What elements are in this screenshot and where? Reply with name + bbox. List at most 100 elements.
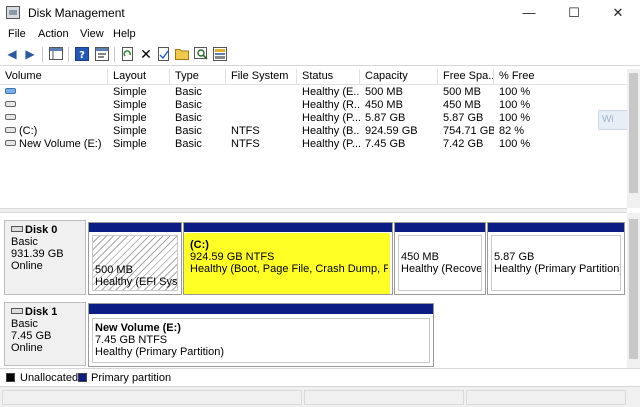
capacity-cell: 450 MB	[365, 99, 403, 111]
volume-drive-icon	[5, 88, 16, 94]
menu-view[interactable]: View	[80, 28, 104, 40]
partition-recovery[interactable]: 450 MB Healthy (Recovery	[394, 222, 486, 295]
scrollbar-thumb[interactable]	[629, 73, 638, 193]
volume-drive-icon	[5, 101, 16, 107]
column-header-type[interactable]: Type	[170, 69, 226, 85]
percent-free-cell: 100 %	[499, 86, 531, 98]
settings-icon[interactable]	[212, 47, 228, 62]
partition-recovery-size: 450 MB	[401, 251, 439, 263]
toolbar-separator	[42, 47, 43, 62]
layout-cell: Simple	[113, 125, 147, 137]
legend-unallocated-swatch	[6, 373, 15, 382]
volume-row[interactable]: Simple Basic Healthy (P... 5.87 GB 5.87 …	[0, 112, 627, 125]
filesystem-cell	[226, 86, 297, 99]
column-header-volume[interactable]: Volume	[0, 69, 108, 85]
capacity-cell: 500 MB	[365, 86, 403, 98]
volume-row[interactable]: Simple Basic Healthy (R... 450 MB 450 MB…	[0, 99, 627, 112]
partition-recovery-status: Healthy (Recovery	[401, 263, 482, 275]
disk-0-title: Disk 0	[11, 224, 85, 236]
partition-e-status: Healthy (Primary Partition)	[95, 346, 224, 358]
filesystem-cell	[226, 112, 297, 125]
search-icon[interactable]	[193, 47, 209, 62]
type-cell: Basic	[175, 99, 202, 111]
disk-1-state: Online	[11, 342, 43, 354]
volume-cell	[0, 86, 108, 99]
forward-arrow-icon[interactable]: ▶	[22, 47, 38, 62]
back-arrow-icon[interactable]: ◀	[4, 47, 20, 62]
partition-primary-content: 5.87 GB Healthy (Primary Partition)	[491, 235, 621, 291]
toolbar-separator	[114, 47, 115, 62]
column-header-layout[interactable]: Layout	[108, 69, 170, 85]
scrollbar-thumb[interactable]	[629, 219, 638, 359]
free-space-cell: 7.42 GB	[443, 138, 484, 150]
volume-row[interactable]: (C:) Simple Basic NTFS Healthy (B... 924…	[0, 125, 627, 138]
disk-pane-scrollbar[interactable]	[627, 213, 640, 368]
properties-icon[interactable]	[94, 47, 110, 62]
percent-free-cell: 82 %	[499, 125, 525, 137]
maximize-button[interactable]: ☐	[552, 0, 596, 26]
volume-name: (C:)	[19, 125, 38, 137]
volume-cell	[0, 99, 108, 112]
capacity-cell: 7.45 GB	[365, 138, 406, 150]
column-header-free-space[interactable]: Free Spa...	[438, 69, 494, 85]
check-document-icon[interactable]	[156, 47, 172, 62]
volume-cell	[0, 112, 108, 125]
column-header-status[interactable]: Status	[297, 69, 360, 85]
open-folder-icon[interactable]	[174, 47, 190, 62]
help-icon[interactable]: ?	[74, 47, 90, 62]
volume-cell: New Volume (E:)	[0, 138, 108, 151]
delete-icon[interactable]: ✕	[138, 47, 154, 62]
legend-unallocated-label: Unallocated	[20, 372, 79, 384]
disk-0-name: Disk 0	[25, 224, 58, 236]
type-cell: Basic	[175, 138, 202, 150]
percent-free-cell: 100 %	[499, 112, 531, 124]
volume-row[interactable]: New Volume (E:) Simple Basic NTFS Health…	[0, 138, 627, 151]
disk-1-title: Disk 1	[11, 306, 85, 318]
disk-0-label[interactable]: Disk 0 Basic 931.39 GB Online	[4, 220, 86, 295]
free-space-cell: 754.71 GB	[443, 125, 494, 137]
column-header-percent-free[interactable]: % Free	[494, 69, 627, 85]
volume-drive-icon	[5, 127, 16, 133]
free-space-cell: 5.87 GB	[443, 112, 484, 124]
column-header-capacity[interactable]: Capacity	[360, 69, 438, 85]
status-pane-left	[2, 390, 302, 405]
legend-primary-label: Primary partition	[91, 372, 172, 384]
disk-icon	[11, 308, 23, 314]
refresh-icon[interactable]	[120, 47, 136, 62]
free-space-cell: 500 MB	[443, 86, 481, 98]
menu-help[interactable]: Help	[113, 28, 136, 40]
partition-new-volume-e[interactable]: New Volume (E:) 7.45 GB NTFS Healthy (Pr…	[88, 303, 434, 367]
menu-action[interactable]: Action	[38, 28, 69, 40]
partition-primary-status: Healthy (Primary Partition)	[494, 263, 621, 275]
partition-c-size: 924.59 GB NTFS	[190, 251, 275, 263]
menu-bar: File Action View Help	[0, 26, 640, 44]
status-pane-right	[466, 390, 626, 405]
window-title: Disk Management	[28, 6, 125, 20]
partition-e-title: New Volume (E:)	[95, 322, 181, 334]
console-tree-icon[interactable]	[48, 47, 64, 62]
disk-1-name: Disk 1	[25, 306, 58, 318]
partition-c-status: Healthy (Boot, Page File, Crash Dump, Pr…	[190, 263, 388, 275]
minimize-button[interactable]: —	[507, 0, 551, 26]
column-header-file-system[interactable]: File System	[226, 69, 297, 85]
menu-file[interactable]: File	[8, 28, 26, 40]
toolbar: ◀ ▶ ? ✕	[0, 44, 640, 66]
disk-1-label[interactable]: Disk 1 Basic 7.45 GB Online	[4, 302, 86, 366]
volume-list-header: Volume Layout Type File System Status Ca…	[0, 69, 627, 85]
close-button[interactable]: ✕	[596, 0, 640, 26]
capacity-cell: 5.87 GB	[365, 112, 406, 124]
type-cell: Basic	[175, 86, 202, 98]
filesystem-cell: NTFS	[231, 138, 260, 150]
type-cell: Basic	[175, 112, 202, 124]
status-bar	[0, 386, 640, 407]
volume-name: New Volume (E:)	[19, 138, 102, 150]
partition-efi[interactable]: 500 MB Healthy (EFI System	[88, 222, 182, 295]
percent-free-cell: 100 %	[499, 99, 531, 111]
layout-cell: Simple	[113, 86, 147, 98]
partition-c[interactable]: (C:) 924.59 GB NTFS Healthy (Boot, Page …	[183, 222, 393, 295]
partition-primary[interactable]: 5.87 GB Healthy (Primary Partition)	[487, 222, 625, 295]
layout-cell: Simple	[113, 112, 147, 124]
partition-efi-size: 500 MB	[95, 264, 133, 276]
volume-list-scrollbar[interactable]	[627, 69, 640, 208]
volume-row[interactable]: Simple Basic Healthy (E... 500 MB 500 MB…	[0, 86, 627, 99]
